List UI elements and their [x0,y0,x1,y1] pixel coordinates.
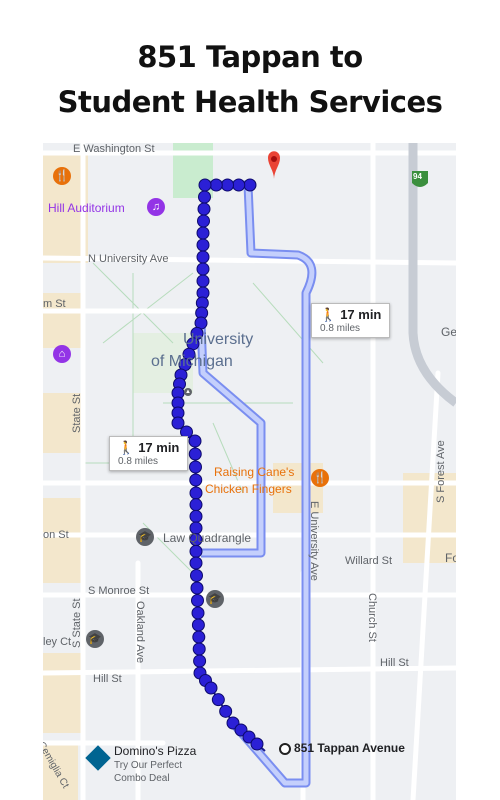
route-dot [193,654,207,668]
street-label: S State St [71,598,83,648]
route-dot [191,618,205,632]
street-label: m St [43,298,66,310]
route-dot [190,581,204,595]
route-dot [197,202,211,216]
food-icon[interactable]: 🍴 [53,167,71,185]
route-dot [188,434,202,448]
poi-dominos[interactable]: Domino's Pizza [114,744,196,758]
route-dot [196,250,210,264]
poi-um-line1[interactable]: University [183,331,253,349]
poi-raising-canes-1[interactable]: Raising Cane's [214,465,294,479]
street-label: Hill St [380,657,409,669]
route-dot [189,509,203,523]
poi-dominos-sub1: Try Our Perfect [114,760,182,771]
route-dot [189,486,203,500]
route-dot [209,178,223,192]
street-label: State St [71,393,83,433]
music-icon[interactable]: ♫ [147,198,165,216]
poi-dominos-sub2: Combo Deal [114,773,170,784]
street-label: E Washington St [73,143,155,155]
route-dot [192,630,206,644]
origin-label[interactable]: 851 Tappan Avenue [294,741,405,755]
route-dot [196,262,210,276]
route-dot [198,178,212,192]
route-time: 17 min [138,440,180,455]
street-label: Oakland Ave [134,601,146,664]
poi-law-quad[interactable]: Law Quadrangle [163,531,251,545]
school-icon[interactable]: 🎓 [206,590,224,608]
highway-number: 94 [413,172,422,181]
route-dot [196,274,210,288]
origin-icon[interactable] [279,743,291,755]
street-label: Geo [441,325,456,339]
route-distance: 0.8 miles [320,323,361,334]
route-dot [219,704,233,718]
route-dot [232,178,246,192]
street-label: S Monroe St [88,585,150,597]
street-label: Church St [366,593,378,642]
route-dot [198,190,211,204]
walk-icon: 🚶 [118,440,135,455]
poi-raising-canes-2[interactable]: Chicken Fingers [205,482,292,496]
route-dot [189,498,203,512]
street-label: on St [43,529,69,541]
route-dot [189,556,203,570]
route-dot [204,681,218,695]
museum-icon[interactable]: ⌂ [53,345,71,363]
poi-hill-auditorium[interactable]: Hill Auditorium [48,201,125,215]
route-dot [189,460,202,474]
street-label: N University Ave [88,253,169,265]
route-dot [191,606,205,620]
route-dot [196,226,210,240]
route-dot [189,473,203,487]
route-dot [197,214,210,228]
page-title-line-2: Student Health Services [57,85,443,119]
route-dot [191,594,204,607]
route-distance: 0.8 miles [118,456,159,467]
route-callout-alt[interactable]: 🚶 17 min 0.8 miles [311,303,391,338]
route-dot [190,569,203,582]
route-dot [250,737,264,751]
street-label: E University Ave [308,501,320,581]
route-dot [188,447,202,461]
route-dot [189,544,203,558]
route-dot [196,238,210,252]
route-dot [211,693,225,707]
route-time: 17 min [340,307,382,322]
food-icon[interactable]: 🍴 [311,469,329,487]
school-icon[interactable]: 🎓 [136,528,154,546]
route-dot [221,178,234,192]
street-label: Hill St [93,673,122,685]
route-callout-selected[interactable]: 🚶 17 min 0.8 miles [109,436,189,471]
school-icon[interactable]: 🎓 [86,630,104,648]
street-label: ley Ct [43,636,72,648]
street-label: S Forest Ave [435,440,447,503]
walk-icon: 🚶 [320,307,337,322]
poi-um-line2[interactable]: of Michigan [151,353,233,371]
map[interactable]: 94 E Washington St N University Ave m St… [43,143,456,800]
route-dot [192,642,206,656]
street-label: Fo [445,551,456,565]
street-label: Willard St [345,555,393,567]
route-dot [243,178,257,192]
school-icon: ▲ [184,388,192,396]
page-title-line-1: 851 Tappan to [137,40,363,74]
